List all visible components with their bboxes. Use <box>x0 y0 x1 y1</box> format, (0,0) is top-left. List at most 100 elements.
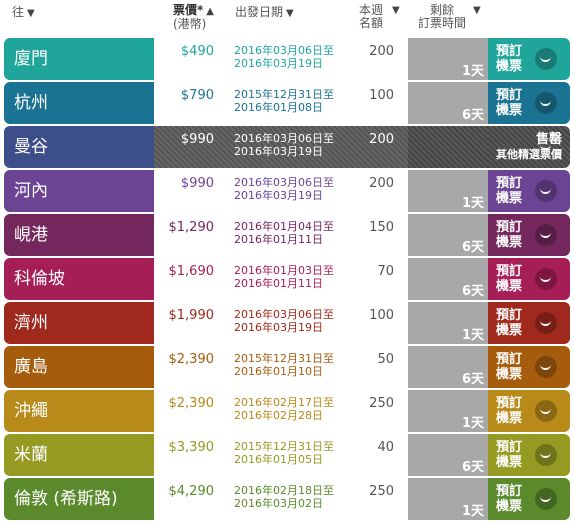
sort-price[interactable]: 票價* ▲ (港幣) <box>173 4 214 31</box>
fare-row[interactable]: 倫敦 (希斯路) $4,290 2016年02月18日至 2016年03月02日 250… <box>4 478 570 520</box>
fare-row[interactable]: 廣島 $2,390 2015年12月31日至 2016年01月10日 50 6天 預訂機票 <box>4 346 570 388</box>
travel-dates: 2016年01月03日至 2016年01月11日 <box>234 264 334 290</box>
smile-chevron-icon[interactable] <box>535 92 557 114</box>
weekly-quota: 50 <box>377 352 394 367</box>
fare-row[interactable]: 峴港 $1,290 2016年01月04日至 2016年01月11日 150 6天 預訂機票 <box>4 214 570 256</box>
travel-date-end: 2016年03月19日 <box>234 57 323 70</box>
travel-date-end: 2016年01月11日 <box>234 233 323 246</box>
quota-header-l2: 名額 <box>359 16 384 30</box>
fare-row[interactable]: 科倫坡 $1,690 2016年01月03日至 2016年01月11日 70 6天 預訂機票 <box>4 258 570 300</box>
travel-dates: 2015年12月31日至 2016年01月08日 <box>234 88 334 114</box>
smile-chevron-icon[interactable] <box>535 488 557 510</box>
sort-desc-icon: ▼ <box>473 5 481 16</box>
weekly-quota: 250 <box>369 484 394 499</box>
weekly-quota: 250 <box>369 396 394 411</box>
book-flight-button[interactable]: 預訂機票 <box>494 88 524 118</box>
travel-date-end: 2016年01月08日 <box>234 101 323 114</box>
fare-price: $1,990 <box>168 308 215 323</box>
travel-dates: 2015年12月31日至 2016年01月05日 <box>234 440 334 466</box>
travel-date-end: 2016年01月10日 <box>234 365 323 378</box>
fare-price: $1,290 <box>168 220 215 235</box>
sort-desc-icon: ▼ <box>286 8 294 19</box>
book-flight-button[interactable]: 預訂機票 <box>494 176 524 206</box>
destination-city: 沖繩 <box>14 401 48 421</box>
book-flight-button[interactable]: 預訂機票 <box>494 220 524 250</box>
date-header-label: 出發日期 <box>235 5 284 19</box>
destination-city: 峴港 <box>14 225 48 245</box>
travel-date-start: 2016年03月06日至 <box>234 44 334 57</box>
book-flight-button[interactable]: 預訂機票 <box>494 308 524 338</box>
price-header-sub: (港幣) <box>173 17 207 31</box>
fare-price: $490 <box>180 44 214 59</box>
fare-price: $990 <box>180 132 214 147</box>
travel-date-end: 2016年03月19日 <box>234 321 323 334</box>
destination-city: 廣島 <box>14 357 48 377</box>
smile-chevron-icon[interactable] <box>535 180 557 202</box>
smile-chevron-icon[interactable] <box>535 356 557 378</box>
remain-header-l2: 訂票時間 <box>418 16 467 30</box>
fare-price: $2,390 <box>168 396 215 411</box>
travel-date-start: 2016年03月06日至 <box>234 176 334 189</box>
sort-remaining-time[interactable]: 剩餘 訂票時間 ▼ <box>418 3 481 30</box>
travel-date-end: 2016年03月19日 <box>234 145 323 158</box>
remaining-days: 6天 <box>461 460 484 475</box>
smile-chevron-icon[interactable] <box>535 268 557 290</box>
remaining-days: 1天 <box>461 504 484 519</box>
smile-chevron-icon[interactable] <box>535 136 557 158</box>
destination-city: 河內 <box>14 181 48 201</box>
remaining-days: 6天 <box>461 240 484 255</box>
fare-row[interactable]: 曼谷 $990 2016年03月06日至 2016年03月19日 200 售罄 其他精選票價 <box>4 126 570 168</box>
fare-list: 廈門 $490 2016年03月06日至 2016年03月19日 200 1天 預訂機票 杭州… <box>4 38 570 522</box>
fare-row[interactable]: 杭州 $790 2015年12月31日至 2016年01月08日 100 6天 預訂機票 <box>4 82 570 124</box>
travel-dates: 2016年03月06日至 2016年03月19日 <box>234 44 334 70</box>
travel-dates: 2016年01月04日至 2016年01月11日 <box>234 220 334 246</box>
destination-city: 濟州 <box>14 313 48 333</box>
weekly-quota: 40 <box>377 440 394 455</box>
travel-date-start: 2016年01月04日至 <box>234 220 334 233</box>
sort-date[interactable]: 出發日期 ▼ <box>235 6 294 20</box>
remain-header-l1: 剩餘 <box>430 3 455 17</box>
fare-row[interactable]: 廈門 $490 2016年03月06日至 2016年03月19日 200 1天 預訂機票 <box>4 38 570 80</box>
smile-chevron-icon[interactable] <box>535 48 557 70</box>
fare-row[interactable]: 米蘭 $3,390 2015年12月31日至 2016年01月05日 40 6天 預訂機票 <box>4 434 570 476</box>
fare-row[interactable]: 河內 $990 2016年03月06日至 2016年03月19日 200 1天 預訂機票 <box>4 170 570 212</box>
travel-dates: 2016年03月06日至 2016年03月19日 <box>234 308 334 334</box>
weekly-quota: 100 <box>369 308 394 323</box>
sort-desc-icon: ▼ <box>27 8 35 19</box>
travel-dates: 2016年03月06日至 2016年03月19日 <box>234 132 334 158</box>
remaining-days: 6天 <box>461 108 484 123</box>
destination-city: 科倫坡 <box>14 269 65 289</box>
travel-date-end: 2016年01月11日 <box>234 277 323 290</box>
fare-row[interactable]: 濟州 $1,990 2016年03月06日至 2016年03月19日 100 1天 預訂機票 <box>4 302 570 344</box>
remaining-days: 1天 <box>461 64 484 79</box>
destination-city: 米蘭 <box>14 445 48 465</box>
fare-row[interactable]: 沖繩 $2,390 2016年02月17日至 2016年02月28日 250 1天 預訂機票 <box>4 390 570 432</box>
book-flight-button[interactable]: 預訂機票 <box>494 352 524 382</box>
sort-destination[interactable]: 往 ▼ <box>12 6 35 20</box>
travel-date-end: 2016年01月05日 <box>234 453 323 466</box>
travel-date-start: 2016年01月03日至 <box>234 264 334 277</box>
travel-date-start: 2016年03月06日至 <box>234 132 334 145</box>
price-header-label: 票價* <box>173 3 204 17</box>
travel-date-start: 2016年02月18日至 <box>234 484 334 497</box>
sort-quota[interactable]: 本週 名額 ▼ <box>359 4 400 30</box>
smile-chevron-icon[interactable] <box>535 312 557 334</box>
book-flight-button[interactable]: 預訂機票 <box>494 484 524 514</box>
sort-asc-icon: ▲ <box>206 6 214 17</box>
book-flight-button[interactable]: 預訂機票 <box>494 440 524 470</box>
travel-date-start: 2015年12月31日至 <box>234 352 334 365</box>
travel-dates: 2016年03月06日至 2016年03月19日 <box>234 176 334 202</box>
book-flight-button[interactable]: 預訂機票 <box>494 44 524 74</box>
weekly-quota: 200 <box>369 132 394 147</box>
book-flight-button[interactable]: 預訂機票 <box>494 264 524 294</box>
smile-chevron-icon[interactable] <box>535 444 557 466</box>
travel-date-end: 2016年03月02日 <box>234 497 323 510</box>
remaining-days: 1天 <box>461 328 484 343</box>
smile-chevron-icon[interactable] <box>535 400 557 422</box>
book-flight-button[interactable]: 預訂機票 <box>494 396 524 426</box>
destination-city: 曼谷 <box>14 137 48 157</box>
travel-date-start: 2016年02月17日至 <box>234 396 334 409</box>
smile-chevron-icon[interactable] <box>535 224 557 246</box>
weekly-quota: 200 <box>369 44 394 59</box>
destination-city: 倫敦 (希斯路) <box>14 489 118 509</box>
